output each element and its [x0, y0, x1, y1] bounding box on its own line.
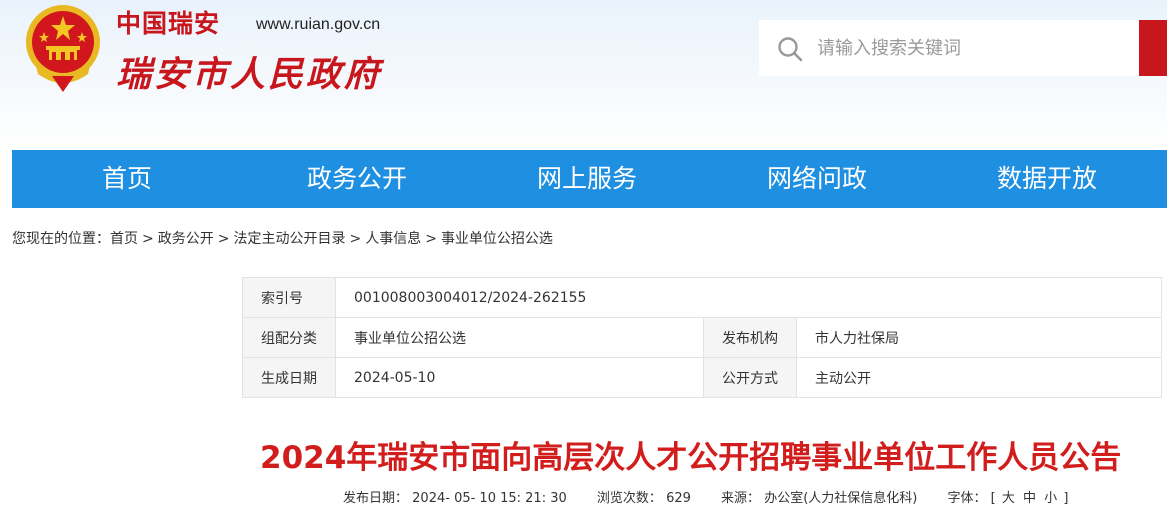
font-size-large-link[interactable]: 大: [1002, 487, 1015, 506]
search-button[interactable]: [1139, 20, 1167, 76]
table-row: 生成日期 2024-05-10 公开方式 主动公开: [242, 357, 1162, 398]
search-box: [759, 20, 1139, 76]
publish-date-label: 发布日期：: [343, 491, 409, 506]
font-size-small-link[interactable]: 小: [1044, 487, 1057, 506]
breadcrumb-link[interactable]: 首页: [110, 228, 138, 248]
meta-label-index: 索引号: [242, 277, 336, 318]
site-header: 中国瑞安 www.ruian.gov.cn 瑞安市人民政府: [0, 0, 1167, 150]
breadcrumb-prefix: 您现在的位置：: [12, 231, 110, 247]
breadcrumb: 您现在的位置：首页 > 政务公开 > 法定主动公开目录 > 人事信息 > 事业单位公招公选: [12, 228, 553, 248]
font-size-bracket-open: [: [990, 491, 996, 506]
breadcrumb-separator: >: [425, 231, 437, 247]
table-row: 组配分类 事业单位公招公选 发布机构 市人力社保局: [242, 317, 1162, 358]
view-count-value: 629: [666, 491, 691, 506]
font-size-medium-link[interactable]: 中: [1023, 487, 1036, 506]
meta-value-mode: 主动公开: [796, 357, 1162, 398]
source-value: 办公室(人力社保信息化科): [764, 491, 918, 506]
nav-item-open-data[interactable]: 数据开放: [932, 150, 1162, 208]
article-title: 2024年瑞安市面向高层次人才公开招聘事业单位工作人员公告: [260, 440, 1122, 476]
meta-label-date: 生成日期: [242, 357, 336, 398]
search-input[interactable]: [817, 32, 1127, 64]
meta-value-category: 事业单位公招公选: [335, 317, 704, 358]
national-emblem-icon: [26, 5, 100, 92]
breadcrumb-link[interactable]: 政务公开: [158, 228, 214, 248]
source-label: 来源：: [721, 491, 761, 506]
nav-item-government-affairs[interactable]: 政务公开: [242, 150, 472, 208]
breadcrumb-link[interactable]: 法定主动公开目录: [233, 228, 345, 248]
logo-url: www.ruian.gov.cn: [256, 16, 381, 33]
meta-label-publisher: 发布机构: [703, 317, 797, 358]
breadcrumb-link[interactable]: 人事信息: [365, 228, 421, 248]
font-size-label: 字体：: [947, 491, 987, 506]
document-meta-table: 索引号 001008003004012/2024-262155 组配分类 事业单…: [242, 277, 1162, 398]
nav-item-home[interactable]: 首页: [12, 150, 242, 208]
logo-small-text: 中国瑞安: [116, 9, 221, 38]
search-icon[interactable]: [777, 36, 803, 62]
article-info-bar: 发布日期： 2024- 05- 10 15: 21: 30 浏览次数： 629 …: [343, 487, 1068, 506]
table-row: 索引号 001008003004012/2024-262155: [242, 277, 1162, 318]
nav-item-online-services[interactable]: 网上服务: [472, 150, 702, 208]
meta-value-publisher: 市人力社保局: [796, 317, 1162, 358]
logo-title: 瑞安市人民政府: [116, 54, 383, 95]
publish-date-value: 2024- 05- 10 15: 21: 30: [412, 491, 567, 506]
breadcrumb-separator: >: [217, 231, 230, 247]
meta-value-index: 001008003004012/2024-262155: [335, 277, 1162, 318]
meta-label-mode: 公开方式: [703, 357, 797, 398]
breadcrumb-link[interactable]: 事业单位公招公选: [441, 228, 553, 248]
meta-label-category: 组配分类: [242, 317, 336, 358]
font-size-bracket-close: ]: [1063, 491, 1069, 506]
breadcrumb-separator: >: [142, 231, 154, 247]
view-count-label: 浏览次数：: [596, 491, 662, 506]
nav-item-online-inquiry[interactable]: 网络问政: [702, 150, 932, 208]
main-nav: 首页 政务公开 网上服务 网络问政 数据开放: [12, 150, 1167, 208]
meta-value-date: 2024-05-10: [335, 357, 704, 398]
breadcrumb-separator: >: [349, 231, 362, 247]
